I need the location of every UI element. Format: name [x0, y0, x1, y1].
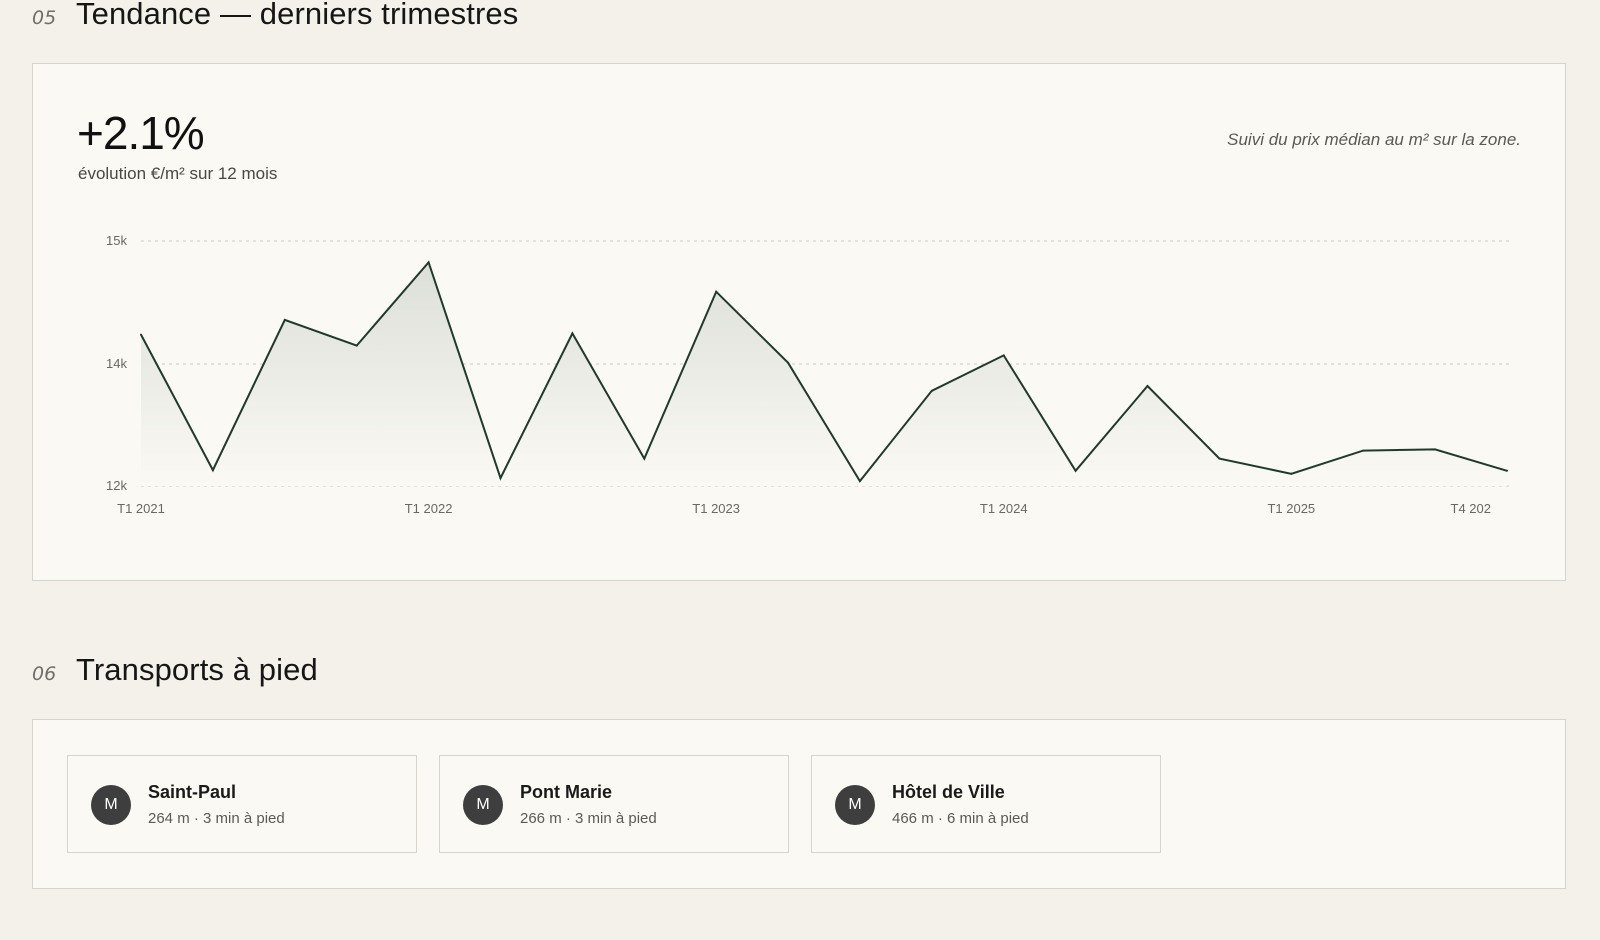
x-tick-label: T1 2024 [980, 501, 1028, 516]
data-point [787, 361, 790, 364]
y-tick-label: 15k [106, 233, 127, 248]
data-point [715, 290, 718, 293]
trend-card: +2.1% évolution €/m² sur 12 mois Suivi d… [32, 63, 1566, 581]
data-point [1146, 384, 1149, 387]
transit-stop-card[interactable]: M Pont Marie 266 m · 3 min à pied [439, 755, 789, 853]
data-point [1074, 469, 1077, 472]
metro-icon: M [91, 785, 131, 825]
metro-icon: M [835, 785, 875, 825]
data-point [571, 332, 574, 335]
stop-name: Saint-Paul [148, 782, 237, 802]
data-point [499, 477, 502, 480]
transit-stop-card[interactable]: M Saint-Paul 264 m · 3 min à pied [67, 755, 417, 853]
x-tick-label: T4 202 [1451, 501, 1491, 516]
stop-distance: 266 m · 3 min à pied [520, 810, 657, 827]
metro-icon: M [463, 785, 503, 825]
data-point [283, 318, 286, 321]
data-point [930, 389, 933, 392]
data-point [643, 457, 646, 460]
data-point [1434, 448, 1437, 451]
data-point [1362, 449, 1365, 452]
price-trend-chart: 15k 14k 12k T1 2021 T1 2022 T1 2023 T1 2024 T1 … [106, 233, 1509, 516]
y-tick-label: 12k [106, 478, 127, 493]
data-point [858, 480, 861, 483]
data-point [355, 344, 358, 347]
trend-section-header: 05 Tendance — derniers trimestres [32, 0, 518, 32]
stop-name: Pont Marie [520, 782, 613, 802]
transport-section-header: 06 Transports à pied [32, 652, 318, 688]
section-title: Transports à pied [76, 652, 318, 687]
section-title: Tendance — derniers trimestres [76, 0, 519, 31]
stop-distance: 466 m · 6 min à pied [892, 810, 1029, 827]
x-tick-label: T1 2022 [405, 501, 453, 516]
x-tick-label: T1 2023 [692, 501, 740, 516]
x-tick-label: T1 2025 [1267, 501, 1315, 516]
transport-card: M Saint-Paul 264 m · 3 min à pied M Pont… [32, 719, 1566, 889]
data-point [211, 469, 214, 472]
data-point [1218, 457, 1221, 460]
data-point [1506, 469, 1508, 472]
x-tick-label: T1 2021 [117, 501, 165, 516]
stop-name: Hôtel de Ville [892, 782, 1005, 802]
y-tick-label: 14k [106, 356, 127, 371]
section-number: 06 [32, 663, 57, 685]
area-fill [141, 262, 1507, 486]
stop-distance: 264 m · 3 min à pied [148, 810, 285, 827]
data-point [140, 333, 142, 336]
transit-stop-card[interactable]: M Hôtel de Ville 466 m · 6 min à pied [811, 755, 1161, 853]
data-point [1002, 354, 1005, 357]
section-number: 05 [32, 7, 57, 29]
data-point [1290, 472, 1293, 475]
data-point [427, 261, 430, 264]
